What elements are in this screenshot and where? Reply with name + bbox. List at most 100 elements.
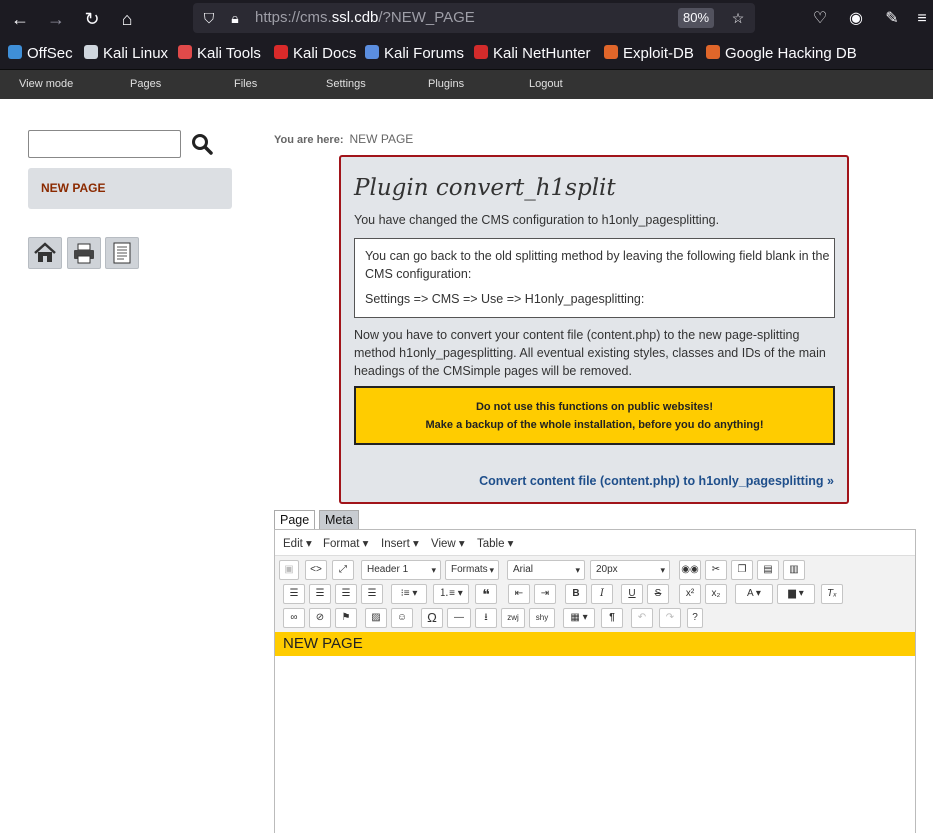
reload-icon[interactable]: ↻ [80,7,104,31]
menu-view-mode[interactable]: View mode [19,78,73,90]
special-character-icon[interactable]: Ω [421,608,443,628]
bookmark-kali-nethunter[interactable]: Kali NetHunter [474,44,591,64]
anchor-bookmark-icon[interactable]: ⚑ [335,608,357,628]
justify-icon[interactable]: ☰ [361,584,383,604]
shield-icon[interactable]: ⛉ [200,9,218,27]
pocket-icon[interactable]: ♡ [809,8,831,30]
bookmark-kali-docs[interactable]: Kali Docs [274,44,356,64]
font-family-select[interactable]: Arial [507,560,585,580]
block-format-select[interactable]: Header 1 [361,560,441,580]
house-icon [34,242,56,262]
paste-icon[interactable]: ▤ [757,560,779,580]
breadcrumb: You are here: NEW PAGE [274,132,413,146]
link-icon[interactable]: ∞ [283,608,305,628]
forward-icon[interactable]: → [44,7,68,31]
copy-icon[interactable]: ❐ [731,560,753,580]
editor-heading[interactable]: NEW PAGE [275,632,915,656]
emoticon-icon[interactable]: ☺ [391,608,413,628]
horizontal-rule-icon[interactable]: ― [447,608,471,628]
menu-files[interactable]: Files [234,78,257,90]
breadcrumb-page: NEW PAGE [349,132,414,146]
text-color-icon[interactable]: A ▾ [735,584,773,604]
undo-icon[interactable]: ↶ [631,608,653,628]
background-color-icon[interactable]: ▆ ▾ [777,584,815,604]
redo-icon[interactable]: ↷ [659,608,681,628]
menu-icon[interactable]: ≡ [911,8,933,30]
sitemap-button[interactable] [105,237,139,269]
menu-table[interactable]: Table ▾ [477,536,513,550]
italic-icon[interactable]: I [591,584,613,604]
lock-warning-icon[interactable]: 🔒︎ [226,9,244,27]
subscript-icon[interactable]: x₂ [705,584,727,604]
home-page-button[interactable] [28,237,62,269]
editor-content-area[interactable] [275,656,915,833]
menu-pages[interactable]: Pages [130,78,161,90]
print-button[interactable] [67,237,101,269]
plugin-message-box: Plugin convert_h1split You have changed … [339,155,849,504]
bookmark-kali-tools[interactable]: Kali Tools [178,44,261,64]
tab-meta[interactable]: Meta [319,510,359,530]
find-replace-icon[interactable]: ◉◉ [679,560,701,580]
clear-formatting-icon[interactable]: Tₓ [821,584,843,604]
warning-line-2: Make a backup of the whole installation,… [425,419,764,431]
url-text[interactable]: https://cms.ssl.cdb/?NEW_PAGE [255,9,475,26]
cut-icon[interactable]: ✂ [705,560,727,580]
convert-content-link[interactable]: Convert content file (content.php) to h1… [479,474,834,488]
home-icon[interactable]: ⌂ [115,7,139,31]
search-icon[interactable] [190,132,214,156]
bookmark-label: Kali Tools [197,45,261,62]
tab-page[interactable]: Page [274,510,316,530]
numbered-list-icon[interactable]: ⒈≡ ▾ [433,584,469,604]
menu-view[interactable]: View ▾ [431,536,465,550]
unlink-icon[interactable]: ⊘ [309,608,331,628]
fullscreen-icon[interactable]: ⤢ [332,560,354,580]
zwj-button[interactable]: zwj [501,608,525,628]
menu-plugins[interactable]: Plugins [428,78,464,90]
back-icon[interactable]: ← [8,7,32,31]
save-icon[interactable]: ▣ [279,560,299,580]
superscript-icon[interactable]: x² [679,584,701,604]
zoom-badge[interactable]: 80% [678,8,714,28]
underline-icon[interactable]: U [621,584,643,604]
help-button[interactable]: ? [687,608,703,628]
formats-select[interactable]: Formats [445,560,499,580]
menu-format[interactable]: Format ▾ [323,536,368,550]
bookmark-label: Kali Linux [103,45,169,62]
offsec-icon [8,45,22,59]
image-icon[interactable]: ▨ [365,608,387,628]
outdent-icon[interactable]: ⇤ [508,584,530,604]
bookmark-kali-forums[interactable]: Kali Forums [365,44,464,64]
align-right-icon[interactable]: ☰ [335,584,357,604]
extensions-icon[interactable]: ✎ [881,8,903,30]
font-size-select[interactable]: 20px [590,560,670,580]
menu-logout[interactable]: Logout [529,78,563,90]
rich-text-editor: Edit ▾ Format ▾ Insert ▾ View ▾ Table ▾ … [274,529,916,833]
account-icon[interactable]: ◉ [845,8,867,30]
insert-file-icon[interactable]: ⭳ [475,608,497,628]
show-blocks-icon[interactable]: ¶ [601,608,623,628]
menu-edit[interactable]: Edit ▾ [283,536,312,550]
kali-docs-icon [274,45,288,59]
bookmark-google-hacking-db[interactable]: Google Hacking DB [706,44,857,64]
shy-button[interactable]: shy [529,608,555,628]
editor-menubar: Edit ▾ Format ▾ Insert ▾ View ▾ Table ▾ [275,530,915,556]
bookmark-star-icon[interactable]: ☆ [729,9,747,27]
align-center-icon[interactable]: ☰ [309,584,331,604]
bold-icon[interactable]: B [565,584,587,604]
bookmark-offsec[interactable]: OffSec [8,44,73,64]
strikethrough-icon[interactable]: S [647,584,669,604]
search-input[interactable] [28,130,181,158]
paste-text-icon[interactable]: ▥ [783,560,805,580]
align-left-icon[interactable]: ☰ [283,584,305,604]
indent-icon[interactable]: ⇥ [534,584,556,604]
blockquote-icon[interactable]: ❝ [475,584,497,604]
bullet-list-icon[interactable]: ⁝≡ ▾ [391,584,427,604]
url-bar[interactable]: ⛉ 🔒︎ https://cms.ssl.cdb/?NEW_PAGE 80% ☆ [193,3,755,33]
source-code-icon[interactable]: <> [305,560,327,580]
table-icon[interactable]: ▦ ▾ [563,608,595,628]
bookmark-exploit-db[interactable]: Exploit-DB [604,44,694,64]
sidebar-item-new-page[interactable]: NEW PAGE [28,168,232,209]
menu-settings[interactable]: Settings [326,78,366,90]
bookmark-kali-linux[interactable]: Kali Linux [84,44,168,64]
menu-insert[interactable]: Insert ▾ [381,536,419,550]
